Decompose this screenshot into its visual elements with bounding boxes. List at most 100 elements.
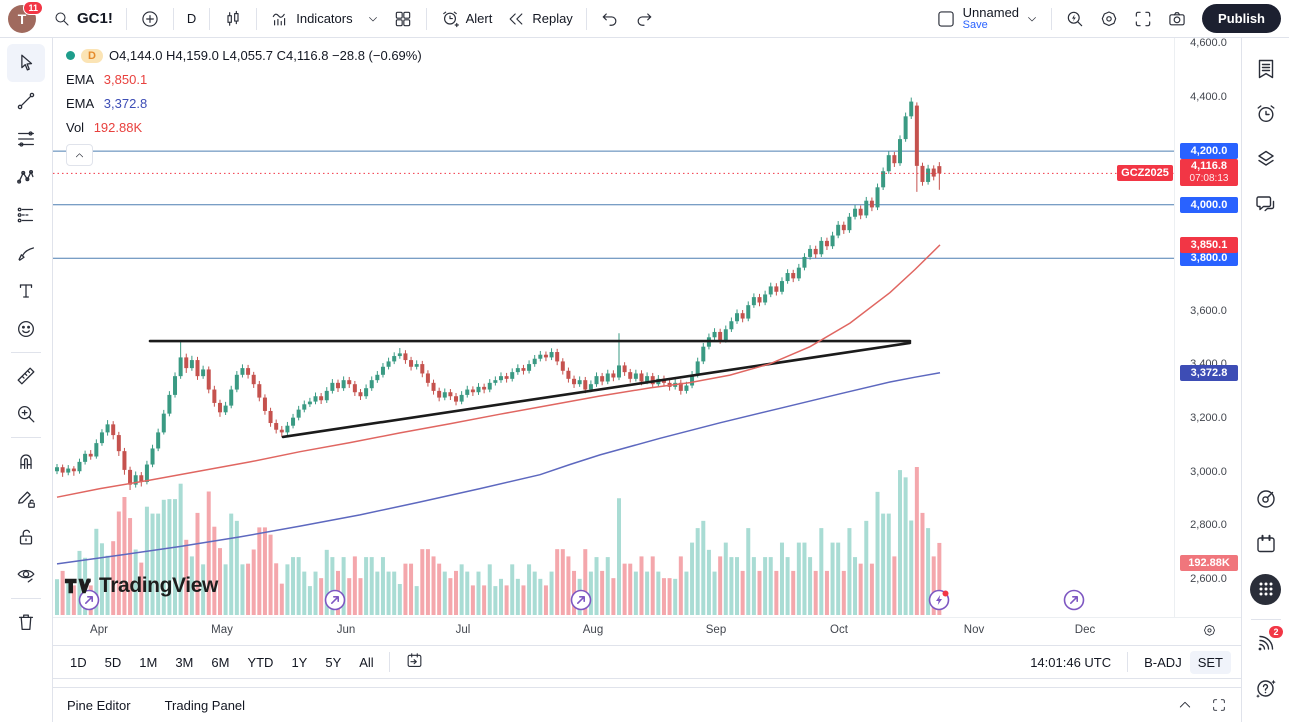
clock-display[interactable]: 14:01:46 UTC: [1030, 655, 1111, 670]
sidebar-notifications[interactable]: 2: [1247, 624, 1285, 662]
event-arrow-icon[interactable]: [572, 591, 591, 610]
legend-volume[interactable]: Vol 192.88K: [66, 120, 422, 135]
range-1D[interactable]: 1D: [63, 651, 94, 674]
month-label-Dec: Dec: [1075, 624, 1095, 636]
range-5Y[interactable]: 5Y: [318, 651, 348, 674]
go-to-date-button[interactable]: [398, 647, 431, 677]
redo-button[interactable]: [627, 5, 661, 33]
fullscreen-button[interactable]: [1126, 5, 1160, 33]
month-label-Sep: Sep: [706, 624, 726, 636]
range-5D[interactable]: 5D: [98, 651, 129, 674]
alarm-clock-icon: [1254, 102, 1278, 126]
indicator-templates-button[interactable]: [360, 9, 386, 29]
tool-remove-all[interactable]: [7, 603, 45, 641]
session-toggle[interactable]: SET: [1190, 651, 1231, 674]
divider: [389, 652, 390, 672]
adjustment-toggle[interactable]: B-ADJ: [1144, 655, 1182, 670]
bottom-toolbar: 1D5D1M3M6MYTD1Y5YAll 14:01:46 UTC B-ADJ …: [53, 645, 1241, 679]
range-1Y[interactable]: 1Y: [284, 651, 314, 674]
tool-magnet[interactable]: [7, 442, 45, 480]
quick-search-button[interactable]: [1058, 5, 1092, 33]
tool-xabcd-pattern[interactable]: [7, 158, 45, 196]
undo-button[interactable]: [593, 5, 627, 33]
price-axis[interactable]: 4,600.04,400.03,600.03,400.03,200.03,000…: [1174, 38, 1241, 617]
sidebar-layers[interactable]: [1247, 140, 1285, 178]
help-icon: [1254, 676, 1278, 700]
select-layout-button[interactable]: [929, 5, 963, 33]
panel-controls: [1177, 697, 1227, 713]
sidebar-watchlist[interactable]: [1247, 50, 1285, 88]
symbol-search-button[interactable]: GC1!: [46, 6, 120, 32]
ema-fast-line[interactable]: [57, 245, 940, 497]
axis-label: 4,600.0: [1175, 38, 1241, 49]
eye-icon: [15, 564, 37, 586]
replay-button[interactable]: Replay: [499, 5, 579, 33]
event-arrow-icon[interactable]: [1065, 591, 1084, 610]
sidebar-alerts[interactable]: [1247, 95, 1285, 133]
event-arrow-icon[interactable]: [80, 591, 99, 610]
ema-slow-value: 3,372.8: [104, 96, 147, 111]
event-flash-icon[interactable]: [930, 591, 949, 610]
sidebar-chat[interactable]: [1247, 185, 1285, 223]
sidebar-help[interactable]: [1247, 669, 1285, 707]
sidebar-apps[interactable]: [1247, 570, 1285, 608]
tool-zoom-in[interactable]: [7, 395, 45, 433]
tool-long-short-position[interactable]: [7, 196, 45, 234]
chart-properties-gear[interactable]: [1202, 623, 1217, 643]
month-label-Oct: Oct: [830, 624, 848, 636]
tool-cursor[interactable]: [7, 44, 45, 82]
indicators-icon: [270, 9, 290, 29]
sidebar-ideas[interactable]: [1247, 480, 1285, 518]
tool-measure[interactable]: [7, 357, 45, 395]
tool-trend-line[interactable]: [7, 82, 45, 120]
publish-button[interactable]: Publish: [1202, 4, 1281, 33]
layout-name-block[interactable]: Unnamed Save: [963, 6, 1019, 32]
interval-button[interactable]: D: [180, 7, 203, 30]
panel-expand-chevron-icon[interactable]: [1177, 697, 1193, 713]
range-1M[interactable]: 1M: [132, 651, 164, 674]
tab-trading-panel[interactable]: Trading Panel: [165, 698, 245, 713]
snapshot-button[interactable]: [1160, 5, 1194, 33]
line-collapse-button[interactable]: [66, 144, 93, 166]
layout-dropdown-button[interactable]: [1019, 9, 1045, 29]
range-All[interactable]: All: [352, 651, 380, 674]
range-6M[interactable]: 6M: [204, 651, 236, 674]
sidebar-calendar[interactable]: [1247, 525, 1285, 563]
chart-pane[interactable]: D O4,144.0 H4,159.0 L4,055.7 C4,116.8 −2…: [53, 38, 1241, 617]
indicators-button[interactable]: Indicators: [263, 5, 359, 33]
tool-drawing-mode[interactable]: [7, 480, 45, 518]
tool-brush[interactable]: [7, 234, 45, 272]
tool-lock-all[interactable]: [7, 518, 45, 556]
user-avatar[interactable]: T 11: [8, 5, 36, 33]
layout-name: Unnamed: [963, 6, 1019, 19]
tool-fib-retracement[interactable]: [7, 120, 45, 158]
tab-pine-editor[interactable]: Pine Editor: [67, 698, 131, 713]
chart-type-button[interactable]: [216, 5, 250, 33]
level-badge: 4,000.0: [1180, 197, 1238, 213]
settings-button[interactable]: [1092, 5, 1126, 33]
tool-emoji[interactable]: [7, 310, 45, 348]
divider: [209, 8, 210, 30]
magnet-icon: [15, 450, 37, 472]
contract-label-badge: GCZ2025: [1117, 165, 1173, 181]
legend-ema-fast[interactable]: EMA 3,850.1: [66, 72, 422, 87]
range-YTD[interactable]: YTD: [240, 651, 280, 674]
trendlines[interactable]: [150, 341, 910, 437]
legend-ema-slow[interactable]: EMA 3,372.8: [66, 96, 422, 111]
ema-label: EMA: [66, 96, 94, 111]
tool-text[interactable]: [7, 272, 45, 310]
event-arrow-icon[interactable]: [326, 591, 345, 610]
save-label[interactable]: Save: [963, 19, 1019, 32]
layout-grid-button[interactable]: [386, 5, 420, 33]
time-axis[interactable]: AprMayJunJulAugSepOctNovDec: [53, 617, 1241, 645]
redo-icon: [634, 9, 654, 29]
ema-slow-line[interactable]: [57, 373, 940, 564]
sidebar-divider: [1251, 619, 1281, 620]
legend-main-row[interactable]: D O4,144.0 H4,159.0 L4,055.7 C4,116.8 −2…: [66, 48, 422, 63]
range-3M[interactable]: 3M: [168, 651, 200, 674]
candles: [55, 98, 941, 490]
panel-maximize-icon[interactable]: [1211, 697, 1227, 713]
tool-hide-all[interactable]: [7, 556, 45, 594]
alert-button[interactable]: Alert: [433, 5, 500, 33]
compare-add-symbol-button[interactable]: [133, 5, 167, 33]
